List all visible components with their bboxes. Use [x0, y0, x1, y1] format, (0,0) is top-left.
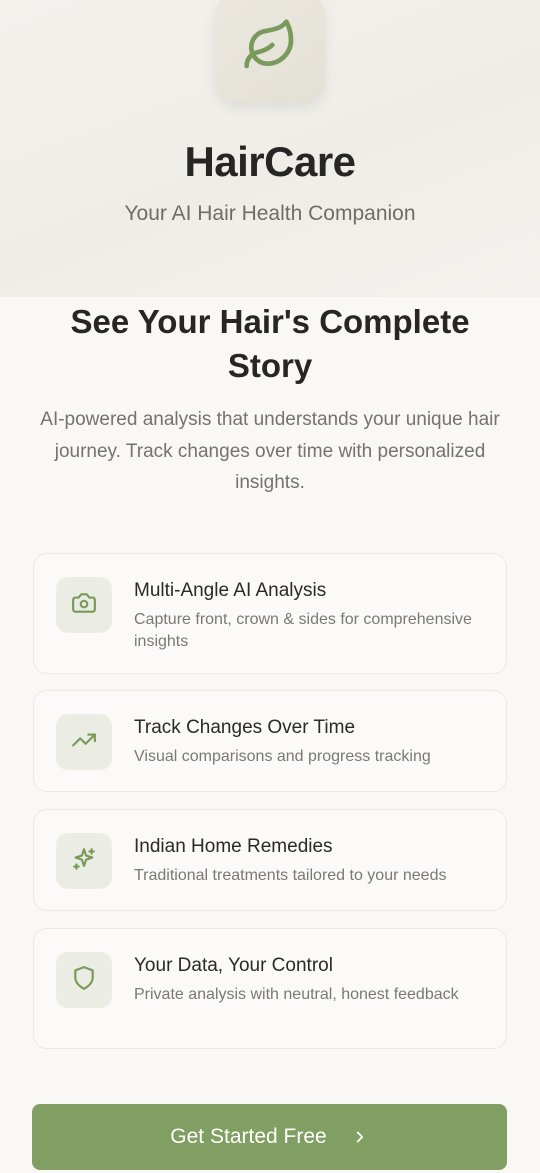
feature-icon-box: [56, 577, 112, 633]
hero-header: HairCare Your AI Hair Health Companion: [0, 0, 540, 297]
trending-up-icon: [71, 727, 97, 758]
feature-description: Private analysis with neutral, honest fe…: [134, 986, 459, 1003]
app-logo: [215, 0, 325, 102]
welcome-screen: HairCare Your AI Hair Health Companion S…: [0, 0, 540, 1173]
feature-title: Track Changes Over Time: [134, 717, 356, 738]
feature-title: Indian Home Remedies: [134, 836, 333, 857]
feature-title: Your Data, Your Control: [134, 955, 333, 976]
get-started-button[interactable]: Get Started Free: [32, 1104, 507, 1170]
feature-card-home-remedies: Indian Home Remedies Traditional treatme…: [33, 809, 507, 911]
feature-description: Visual comparisons and progress tracking: [134, 748, 431, 765]
feature-description: Capture front, crown & sides for compreh…: [134, 611, 472, 650]
feature-card-data-control: Your Data, Your Control Private analysis…: [33, 928, 507, 1049]
shield-icon: [71, 965, 97, 996]
sparkles-icon: [71, 846, 97, 877]
app-subtitle: Your AI Hair Health Companion: [124, 202, 416, 225]
camera-icon: [71, 590, 97, 621]
feature-icon-box: [56, 714, 112, 770]
get-started-label: Get Started Free: [170, 1125, 327, 1148]
feature-icon-box: [56, 833, 112, 889]
page-description: AI-powered analysis that understands you…: [40, 409, 500, 493]
leaf-icon: [242, 17, 298, 78]
feature-card-multi-angle-analysis: Multi-Angle AI Analysis Capture front, c…: [33, 553, 507, 674]
feature-description: Traditional treatments tailored to your …: [134, 867, 447, 884]
app-title: HairCare: [184, 138, 356, 185]
page-headline: See Your Hair's Complete Story: [70, 303, 470, 384]
feature-card-track-changes: Track Changes Over Time Visual compariso…: [33, 690, 507, 792]
feature-icon-box: [56, 952, 112, 1008]
chevron-right-icon: [351, 1128, 369, 1146]
feature-title: Multi-Angle AI Analysis: [134, 580, 327, 601]
